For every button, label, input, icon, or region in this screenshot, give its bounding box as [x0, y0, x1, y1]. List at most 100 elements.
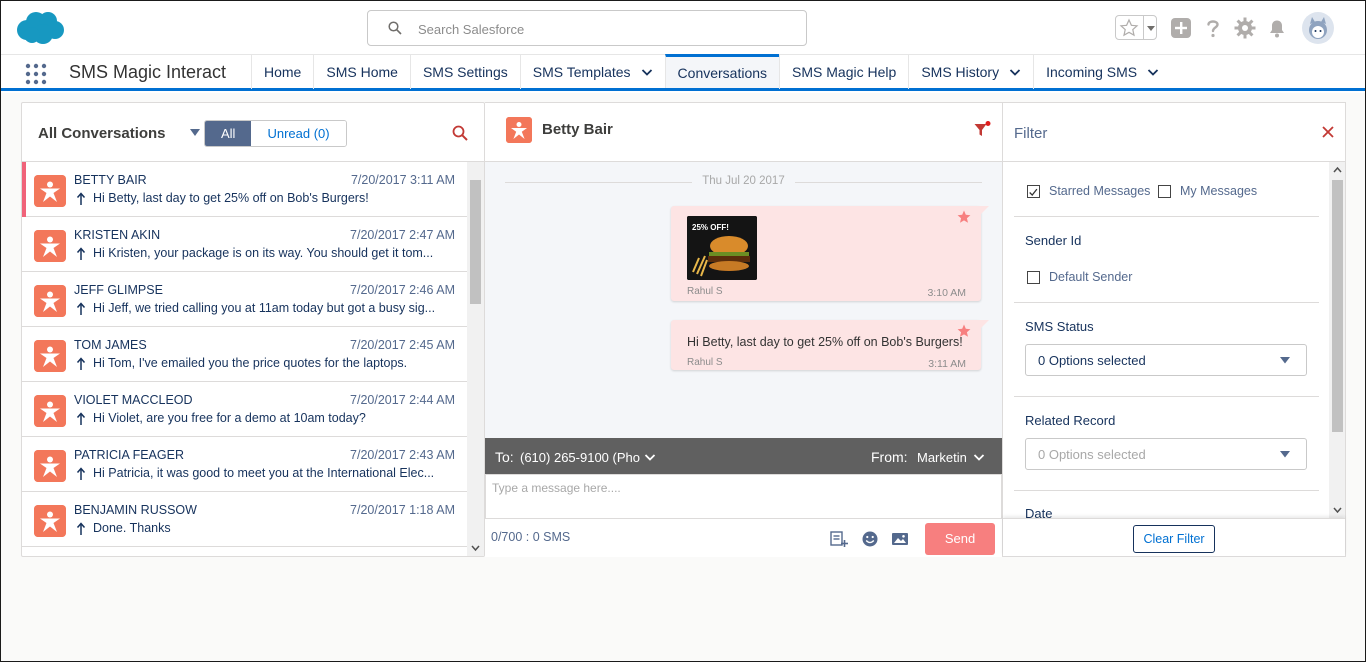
contact-avatar-icon: [34, 505, 66, 537]
message-sender: Rahul S: [687, 357, 723, 368]
checkmark-icon: [1029, 188, 1038, 196]
conversation-list-header: All Conversations All Unread (0): [22, 103, 484, 162]
app-name: SMS Magic Interact: [69, 62, 227, 82]
conversation-item[interactable]: KRISTEN AKIN 7/20/2017 2:47 AM Hi Kriste…: [22, 217, 467, 272]
starred-messages-label[interactable]: Starred Messages: [1049, 184, 1150, 198]
scrollbar-thumb[interactable]: [1332, 180, 1343, 432]
message-bubble-text[interactable]: Hi Betty, last day to get 25% off on Bob…: [671, 320, 989, 370]
nav-tab-sms-history[interactable]: SMS History: [908, 55, 1033, 89]
filter-scrollbar[interactable]: [1329, 162, 1345, 518]
app-navigation: SMS Magic Interact Home SMS Home SMS Set…: [1, 54, 1365, 91]
chevron-down-icon[interactable]: [641, 66, 653, 78]
starred-star-icon[interactable]: [957, 210, 971, 224]
conversation-timestamp: 7/20/2017 2:45 AM: [350, 338, 455, 352]
notifications-bell-icon[interactable]: [1266, 17, 1288, 39]
filter-title: Filter: [1014, 125, 1048, 142]
contact-name: VIOLET MACCLEOD: [74, 393, 193, 407]
filter-funnel-icon[interactable]: [973, 121, 991, 139]
view-switcher-caret-icon[interactable]: [190, 129, 200, 137]
chevron-down-icon[interactable]: [1147, 66, 1159, 78]
filter-footer: Clear Filter: [1003, 518, 1345, 556]
conversation-list: BETTY BAIR 7/20/2017 3:11 AM Hi Betty, l…: [22, 162, 467, 556]
message-preview: Done. Thanks: [93, 521, 171, 535]
conversation-item[interactable]: VIOLET MACCLEOD 7/20/2017 2:44 AM Hi Vio…: [22, 382, 467, 437]
scroll-down-arrow-icon[interactable]: [1333, 507, 1342, 514]
search-input[interactable]: [418, 19, 778, 39]
scroll-up-arrow-icon[interactable]: [1333, 166, 1342, 173]
user-avatar[interactable]: [1302, 12, 1334, 44]
nav-tab-conversations[interactable]: Conversations: [664, 54, 780, 88]
starred-messages-checkbox[interactable]: [1027, 185, 1040, 198]
filter-body: Starred Messages My Messages Sender Id D…: [1003, 162, 1329, 518]
favorites-dropdown[interactable]: [1143, 16, 1157, 39]
outgoing-arrow-icon: [76, 192, 86, 205]
contact-avatar-icon: [34, 230, 66, 262]
message-input[interactable]: [486, 475, 1001, 518]
outgoing-arrow-icon: [76, 357, 86, 370]
attach-image-icon[interactable]: [891, 530, 909, 548]
emoji-icon[interactable]: [861, 530, 879, 548]
conversation-view-title[interactable]: All Conversations: [38, 125, 166, 142]
compose-recipient-bar: To: (610) 265-9100 (Pho From: Marketin: [485, 438, 1002, 474]
insert-template-icon[interactable]: [830, 530, 848, 548]
setup-gear-icon[interactable]: [1234, 17, 1256, 39]
related-record-select[interactable]: 0 Options selected: [1025, 438, 1307, 470]
favorites-group: [1115, 15, 1157, 40]
to-number-select[interactable]: (610) 265-9100 (Pho: [520, 450, 640, 465]
conversation-item[interactable]: PATRICIA FEAGER 7/20/2017 2:43 AM Hi Pat…: [22, 437, 467, 492]
nav-tab-sms-home[interactable]: SMS Home: [313, 55, 410, 89]
contact-avatar-icon: [34, 285, 66, 317]
send-button[interactable]: Send: [925, 523, 995, 555]
chevron-down-icon[interactable]: [644, 451, 656, 463]
global-create-icon[interactable]: [1170, 17, 1192, 39]
salesforce-logo[interactable]: [16, 11, 64, 45]
favorite-star-icon[interactable]: [1119, 18, 1139, 38]
nav-tab-label: SMS Templates: [532, 64, 631, 80]
sms-status-value: 0 Options selected: [1038, 353, 1146, 368]
my-messages-checkbox[interactable]: [1158, 185, 1171, 198]
default-sender-checkbox[interactable]: [1027, 271, 1040, 284]
scroll-down-arrow-icon[interactable]: [471, 545, 480, 552]
filter-all-button[interactable]: All: [205, 121, 252, 146]
nav-tab-label: SMS Magic Help: [792, 64, 897, 80]
search-icon[interactable]: [452, 125, 468, 141]
my-messages-label[interactable]: My Messages: [1180, 184, 1257, 198]
conversation-timestamp: 7/20/2017 2:46 AM: [350, 283, 455, 297]
nav-tab-home[interactable]: Home: [251, 55, 313, 89]
sms-status-select[interactable]: 0 Options selected: [1025, 344, 1307, 376]
chat-panel: Betty Bair Thu Jul 20 2017 25% OFF! Rahu…: [485, 102, 1002, 557]
global-search[interactable]: [367, 10, 807, 46]
filter-header: Filter: [1003, 103, 1345, 162]
nav-tab-sms-magic-help[interactable]: SMS Magic Help: [779, 55, 908, 89]
nav-tab-label: Home: [264, 64, 302, 80]
scrollbar-thumb[interactable]: [470, 180, 481, 304]
help-icon[interactable]: [1202, 17, 1224, 39]
default-sender-label[interactable]: Default Sender: [1049, 270, 1132, 284]
app-launcher-icon[interactable]: [25, 63, 47, 85]
conversation-list-scrollbar[interactable]: [467, 162, 484, 556]
from-sender-select[interactable]: Marketin: [917, 450, 967, 465]
conversation-item[interactable]: BENJAMIN RUSSOW 7/20/2017 1:18 AM Done. …: [22, 492, 467, 547]
conversation-item[interactable]: BETTY BAIR 7/20/2017 3:11 AM Hi Betty, l…: [22, 162, 467, 217]
chevron-down-icon[interactable]: [973, 451, 985, 463]
outgoing-arrow-icon: [76, 467, 86, 480]
chat-contact-name: Betty Bair: [542, 121, 613, 138]
nav-tab-sms-settings[interactable]: SMS Settings: [409, 55, 520, 89]
close-icon[interactable]: [1321, 125, 1335, 139]
outgoing-arrow-icon: [76, 247, 86, 260]
contact-name: PATRICIA FEAGER: [74, 448, 184, 462]
conversation-timestamp: 7/20/2017 1:18 AM: [350, 503, 455, 517]
nav-tab-label: SMS Settings: [422, 64, 508, 80]
nav-tab-sms-templates[interactable]: SMS Templates: [519, 55, 665, 89]
conversation-item[interactable]: TOM JAMES 7/20/2017 2:45 AM Hi Tom, I've…: [22, 327, 467, 382]
clear-filter-button[interactable]: Clear Filter: [1133, 525, 1215, 553]
mms-image-burger[interactable]: 25% OFF!: [687, 216, 757, 280]
filter-unread-button[interactable]: Unread (0): [251, 121, 346, 146]
conversation-item[interactable]: JEFF GLIMPSE 7/20/2017 2:46 AM Hi Jeff, …: [22, 272, 467, 327]
message-preview: Hi Patricia, it was good to meet you at …: [93, 466, 435, 480]
user-avatar-icon: [1309, 17, 1327, 39]
chevron-down-icon[interactable]: [1009, 66, 1021, 78]
contact-avatar-icon: [34, 395, 66, 427]
nav-tab-incoming-sms[interactable]: Incoming SMS: [1033, 55, 1171, 89]
message-bubble-image[interactable]: 25% OFF! Rahul S 3:10 AM: [671, 206, 989, 301]
